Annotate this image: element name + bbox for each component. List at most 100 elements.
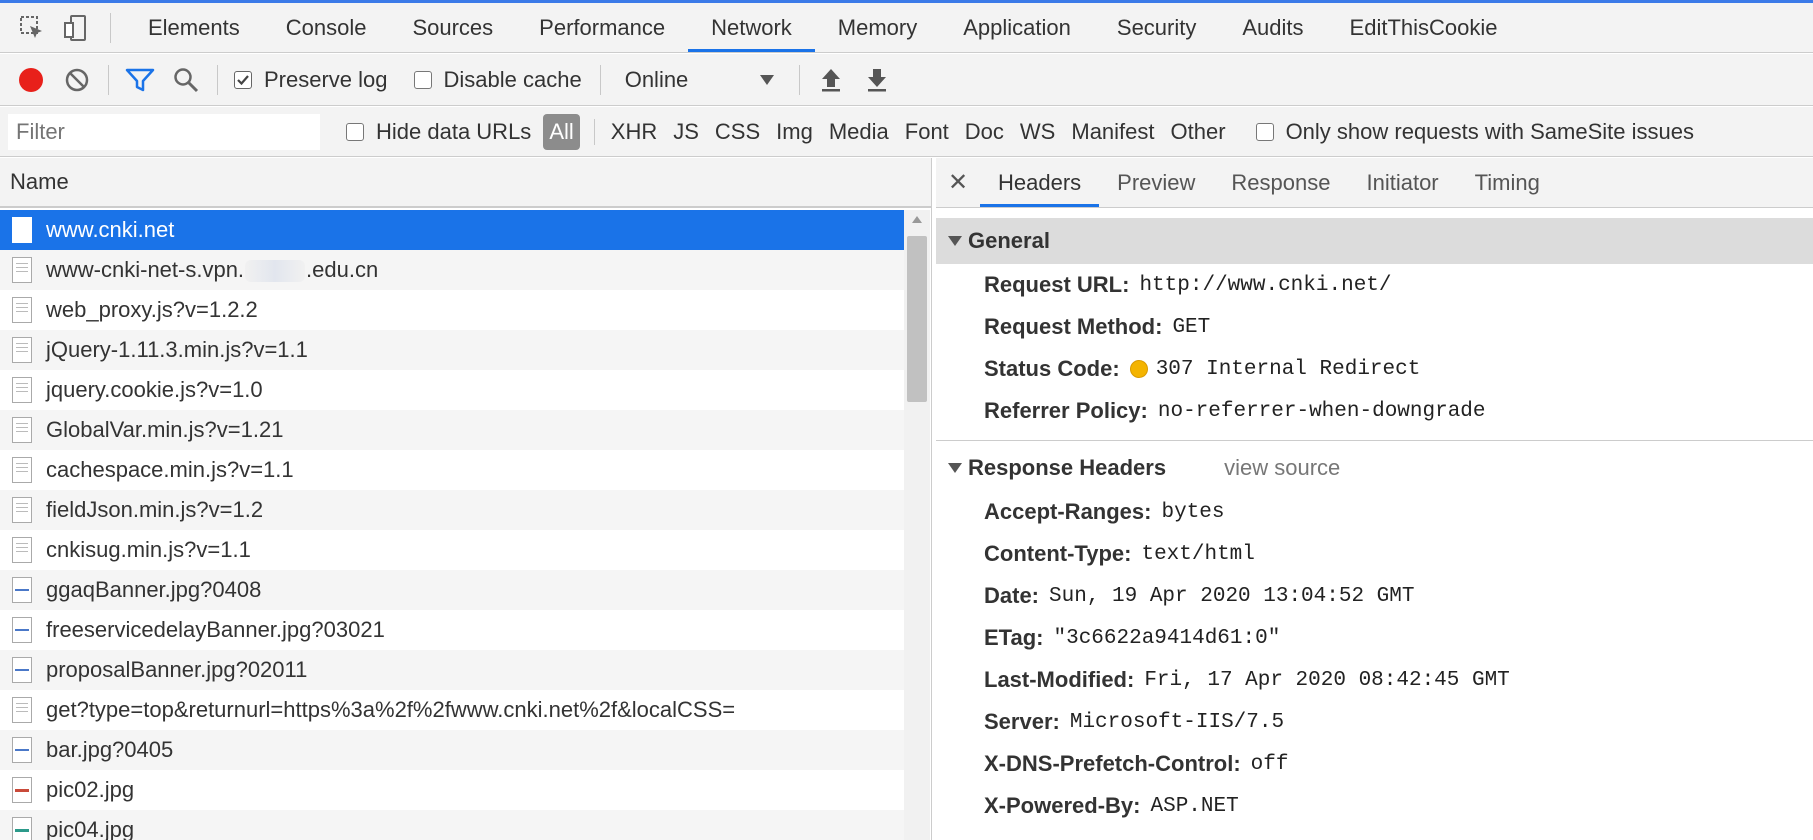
type-filter-manifest[interactable]: Manifest	[1063, 119, 1162, 145]
header-row-request-url: Request URL: http://www.cnki.net/	[936, 264, 1813, 306]
header-row-status-code: Status Code: 307 Internal Redirect	[936, 348, 1813, 390]
header-value: Sun, 19 Apr 2020 13:04:52 GMT	[1049, 584, 1415, 608]
header-key: Content-Type:	[984, 541, 1132, 566]
type-filter-ws[interactable]: WS	[1012, 119, 1063, 145]
chevron-down-icon	[759, 74, 774, 85]
request-row[interactable]: jQuery-1.11.3.min.js?v=1.1	[0, 330, 904, 370]
name-column-header[interactable]: Name	[0, 158, 931, 208]
request-row[interactable]: pic04.jpg	[0, 810, 904, 840]
request-row[interactable]: www-cnki-net-s.vpn. .edu.cn	[0, 250, 904, 290]
header-key: Accept-Ranges:	[984, 499, 1152, 524]
request-details-panel: ✕ Headers Preview Response Initiator Tim…	[936, 158, 1813, 840]
device-toolbar-icon[interactable]	[56, 3, 96, 53]
request-row[interactable]: cachespace.min.js?v=1.1	[0, 450, 904, 490]
tab-preview[interactable]: Preview	[1099, 158, 1213, 207]
search-icon[interactable]	[163, 54, 209, 106]
document-icon	[12, 257, 32, 283]
header-row: X-DNS-Prefetch-Control: off	[936, 743, 1813, 785]
tab-performance[interactable]: Performance	[516, 3, 688, 52]
type-filter-js[interactable]: JS	[665, 119, 707, 145]
tab-sources[interactable]: Sources	[389, 3, 516, 52]
filter-toggle-icon[interactable]	[117, 54, 163, 106]
request-list-scrollbar[interactable]	[904, 210, 930, 840]
header-value: http://www.cnki.net/	[1139, 273, 1392, 297]
header-key: Request URL:	[984, 272, 1130, 297]
import-har-button[interactable]	[808, 54, 854, 106]
header-row: Date: Sun, 19 Apr 2020 13:04:52 GMT	[936, 575, 1813, 617]
tab-memory[interactable]: Memory	[815, 3, 940, 52]
tab-console[interactable]: Console	[263, 3, 390, 52]
type-filter-css[interactable]: CSS	[707, 119, 768, 145]
tab-timing[interactable]: Timing	[1457, 158, 1558, 207]
request-row[interactable]: fieldJson.min.js?v=1.2	[0, 490, 904, 530]
type-filter-xhr[interactable]: XHR	[603, 119, 665, 145]
view-source-link[interactable]: view source	[1224, 455, 1340, 481]
request-row[interactable]: jquery.cookie.js?v=1.0	[0, 370, 904, 410]
tab-bar-separator	[110, 13, 111, 43]
image-icon	[12, 737, 32, 763]
preserve-log-checkbox[interactable]: Preserve log	[234, 67, 388, 93]
response-headers-section-header[interactable]: Response Headers view source	[936, 445, 1813, 491]
header-key: Referrer Policy:	[984, 398, 1148, 423]
clear-button[interactable]	[54, 54, 100, 106]
tab-initiator[interactable]: Initiator	[1348, 158, 1456, 207]
request-row[interactable]: get?type=top&returnurl=https%3a%2f%2fwww…	[0, 690, 904, 730]
request-row[interactable]: GlobalVar.min.js?v=1.21	[0, 410, 904, 450]
header-key: Last-Modified:	[984, 667, 1135, 692]
scroll-up-arrow-icon[interactable]	[912, 216, 922, 223]
tab-network[interactable]: Network	[688, 3, 815, 52]
type-filter-img[interactable]: Img	[768, 119, 821, 145]
type-filter-all[interactable]: All	[543, 113, 580, 150]
header-row: Last-Modified: Fri, 17 Apr 2020 08:42:45…	[936, 659, 1813, 701]
request-row[interactable]: proposalBanner.jpg?02011	[0, 650, 904, 690]
export-har-button[interactable]	[854, 54, 900, 106]
general-section-header[interactable]: General	[936, 218, 1813, 264]
disable-cache-label: Disable cache	[443, 66, 582, 92]
upload-icon	[821, 68, 840, 91]
tab-editthiscookie[interactable]: EditThisCookie	[1327, 3, 1521, 52]
request-name: fieldJson.min.js?v=1.2	[46, 497, 264, 522]
request-name: proposalBanner.jpg?02011	[46, 657, 308, 682]
type-filter-font[interactable]: Font	[897, 119, 957, 145]
image-icon	[12, 817, 32, 840]
toolbar-separator	[599, 64, 601, 95]
record-button[interactable]	[8, 54, 54, 106]
tab-audits[interactable]: Audits	[1219, 3, 1326, 52]
filter-input[interactable]	[8, 113, 320, 150]
samesite-label: Only show requests with SameSite issues	[1285, 118, 1694, 144]
request-name: jQuery-1.11.3.min.js?v=1.1	[46, 337, 308, 362]
tab-application[interactable]: Application	[940, 3, 1094, 52]
tab-security[interactable]: Security	[1094, 3, 1219, 52]
request-row[interactable]: bar.jpg?0405	[0, 730, 904, 770]
header-row: X-Powered-By: ASP.NET	[936, 785, 1813, 827]
type-filter-media[interactable]: Media	[821, 119, 897, 145]
type-filter-doc[interactable]: Doc	[957, 119, 1012, 145]
request-list-panel: Name www.cnki.net www-cnki-net-s.vpn. .ed…	[0, 158, 932, 840]
filter-separator	[593, 118, 595, 145]
tab-headers[interactable]: Headers	[980, 158, 1100, 207]
type-filter-other[interactable]: Other	[1163, 119, 1234, 145]
samesite-checkbox[interactable]: Only show requests with SameSite issues	[1255, 118, 1694, 145]
inspect-element-icon[interactable]	[12, 3, 52, 53]
scrollbar-thumb[interactable]	[907, 236, 927, 402]
request-row[interactable]: pic02.jpg	[0, 770, 904, 810]
throttling-select[interactable]: Online	[615, 67, 785, 93]
checkbox-unchecked-icon	[1255, 122, 1274, 141]
header-value: ASP.NET	[1150, 794, 1239, 818]
request-row[interactable]: www.cnki.net	[0, 210, 904, 250]
tab-elements[interactable]: Elements	[125, 3, 263, 52]
header-key: ETag:	[984, 625, 1044, 650]
redacted-blur	[245, 260, 306, 283]
request-row[interactable]: ggaqBanner.jpg?0408	[0, 570, 904, 610]
response-headers-title: Response Headers	[968, 455, 1167, 480]
request-name: bar.jpg?0405	[46, 737, 174, 762]
disable-cache-checkbox[interactable]: Disable cache	[413, 66, 582, 93]
triangle-down-icon	[948, 463, 962, 473]
request-row[interactable]: web_proxy.js?v=1.2.2	[0, 290, 904, 330]
request-row[interactable]: cnkisug.min.js?v=1.1	[0, 530, 904, 570]
request-row[interactable]: freeservicedelayBanner.jpg?03021	[0, 610, 904, 650]
close-icon[interactable]: ✕	[936, 158, 980, 207]
tab-response[interactable]: Response	[1213, 158, 1348, 207]
header-key: Date:	[984, 583, 1040, 608]
hide-data-urls-checkbox[interactable]: Hide data URLs	[346, 119, 531, 145]
